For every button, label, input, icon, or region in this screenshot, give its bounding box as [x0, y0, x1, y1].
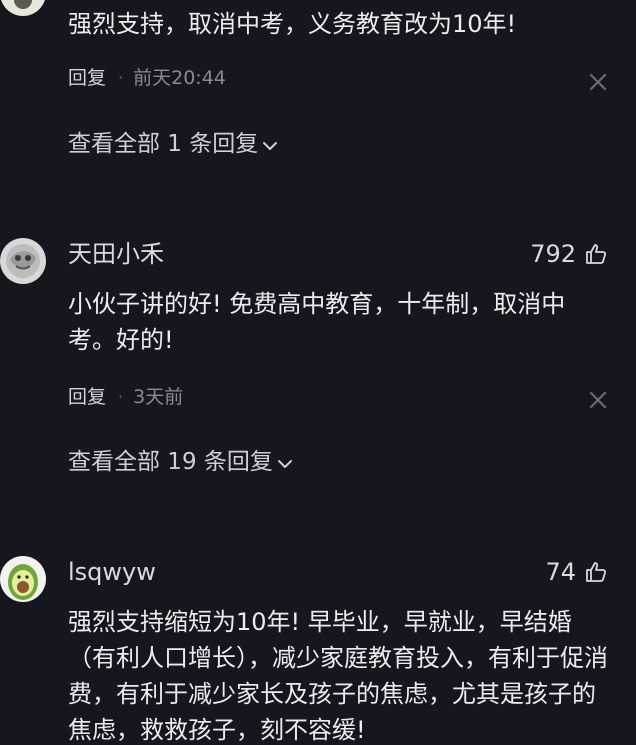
comment-text: 强烈支持，取消中考，义务教育改为10年!: [68, 10, 517, 38]
view-replies-link[interactable]: 查看全部 1 条回复: [68, 130, 278, 158]
view-replies-link[interactable]: 查看全部 19 条回复: [68, 448, 293, 476]
comment-meta: 回复 · 3天前: [68, 385, 183, 409]
close-icon[interactable]: [588, 390, 608, 410]
close-icon[interactable]: [588, 72, 608, 92]
comment-timestamp: 3天前: [133, 386, 184, 408]
chevron-down-icon: [277, 460, 292, 468]
comment-meta: 回复 · 前天20:44: [68, 66, 226, 90]
chevron-down-icon: [263, 142, 278, 150]
username[interactable]: 天田小禾: [68, 240, 164, 268]
avatar[interactable]: [0, 556, 46, 602]
meta-separator: ·: [118, 387, 124, 406]
username[interactable]: lsqwyw: [68, 558, 156, 586]
comment-text: 强烈支持缩短为10年! 早毕业，早就业，早结婚（有利人口增长），减少家庭教育投入…: [68, 608, 608, 744]
comment-list: 强烈支持，取消中考，义务教育改为10年! 回复 · 前天20:44 查看全部 1…: [0, 0, 636, 745]
comment-text: 小伙子讲的好! 免费高中教育，十年制，取消中考。好的!: [68, 290, 566, 354]
view-replies-label: 查看全部 19 条回复: [68, 449, 273, 475]
like-button[interactable]: 792: [530, 240, 608, 268]
reply-button[interactable]: 回复: [68, 385, 106, 409]
avatar[interactable]: [0, 238, 46, 284]
thumbs-up-icon: [586, 562, 607, 582]
avatar-partial-icon: [0, 0, 46, 16]
avatar[interactable]: [0, 0, 46, 16]
like-count: 74: [545, 558, 576, 586]
avatar-sketch-icon: [0, 238, 46, 284]
meta-separator: ·: [118, 68, 124, 87]
view-replies-label: 查看全部 1 条回复: [68, 131, 259, 157]
comment-timestamp: 前天20:44: [133, 67, 226, 89]
avocado-avatar-icon: [0, 556, 46, 602]
reply-button[interactable]: 回复: [68, 66, 106, 90]
like-count: 792: [530, 240, 576, 268]
like-button[interactable]: 74: [545, 558, 608, 586]
thumbs-up-icon: [586, 244, 607, 264]
